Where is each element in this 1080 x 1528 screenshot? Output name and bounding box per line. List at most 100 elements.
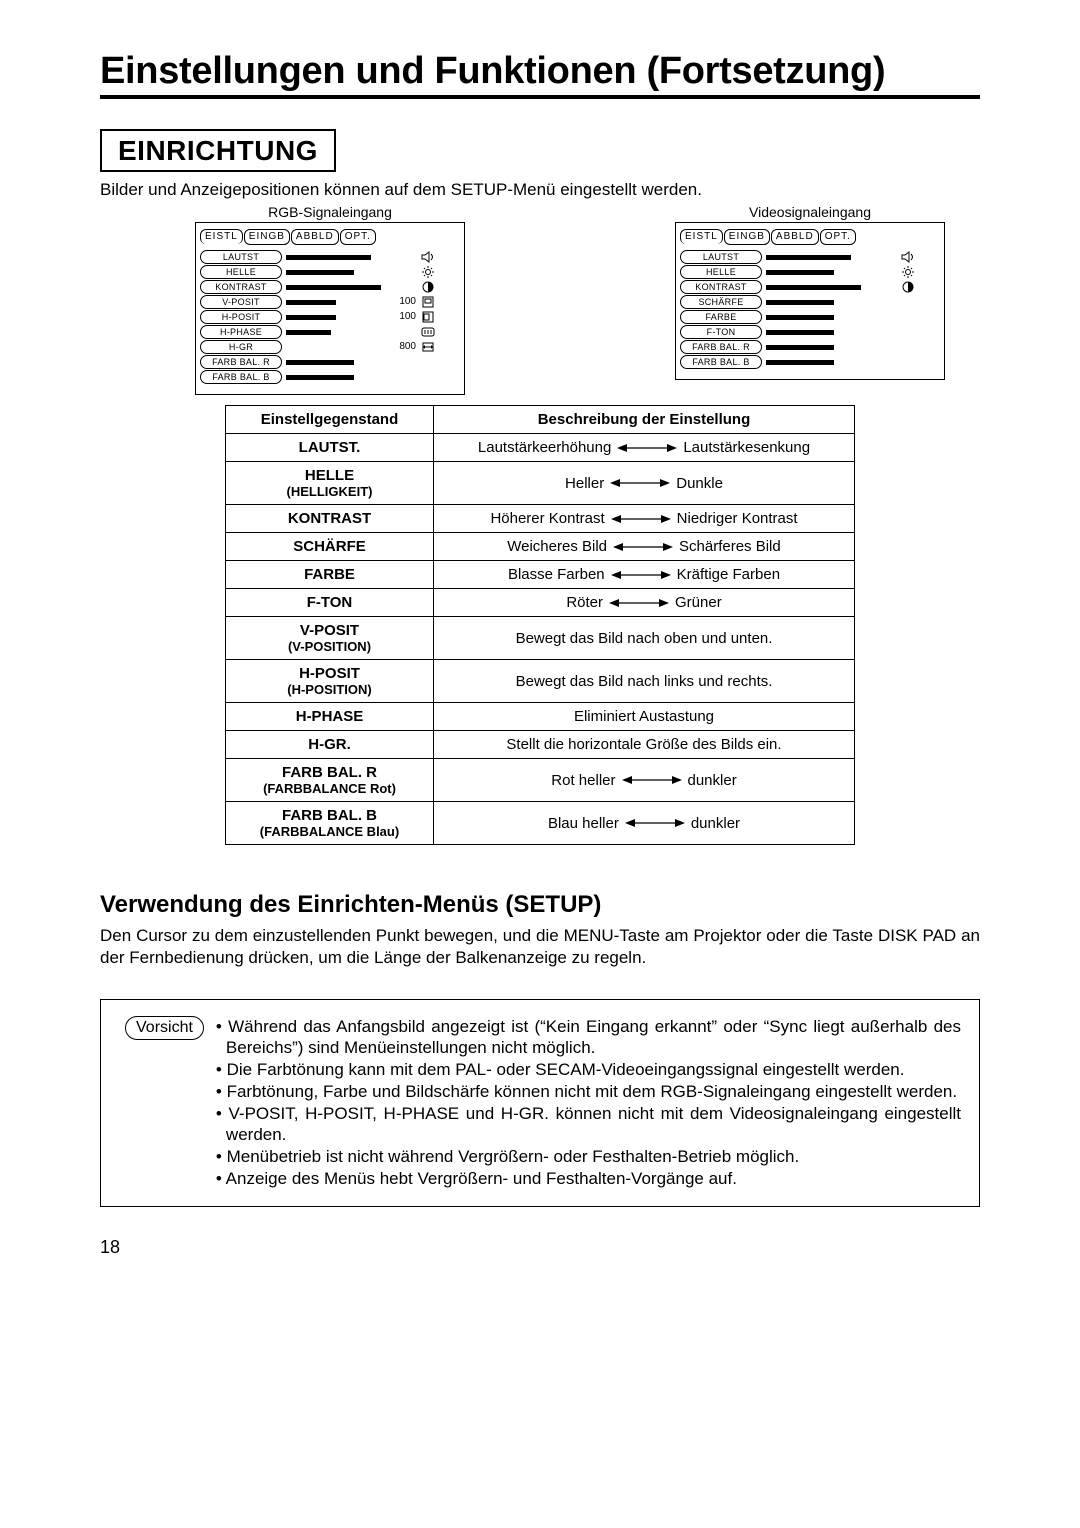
menu-row-label: HELLE [200, 265, 282, 279]
vpos-icon [418, 296, 438, 308]
bar-indicator [286, 360, 354, 365]
double-arrow-icon [617, 442, 677, 454]
menu-row: FARB BAL. B [680, 354, 940, 369]
arrow-left-label: Blasse Farben [508, 566, 605, 583]
caution-item: • Farbtönung, Farbe und Bildschärfe könn… [216, 1081, 961, 1103]
video-menu-column: Videosignaleingang EISTLEINGBABBLDOPT.LA… [660, 204, 960, 395]
menu-row-label: LAUTST [680, 250, 762, 264]
table-desc-cell: Lautstärkeerhöhung Lautstärkesenkung [434, 434, 855, 462]
arrow-left-label: Röter [566, 594, 603, 611]
menu-row-value: 100 [386, 311, 418, 322]
speaker-icon [418, 251, 438, 263]
arrow-right-label: dunkler [688, 772, 737, 789]
double-arrow-icon [622, 774, 682, 786]
table-desc-cell: Stellt die horizontale Größe des Bilds e… [434, 731, 855, 759]
sun-icon [418, 266, 438, 278]
arrow-left-label: Rot heller [551, 772, 615, 789]
page-title: Einstellungen und Funktionen (Fortsetzun… [100, 50, 885, 92]
hpos-icon [418, 311, 438, 323]
arrow-right-label: Niedriger Kontrast [677, 510, 798, 527]
bar-indicator [766, 345, 834, 350]
sun-icon [898, 266, 918, 278]
menu-row-label: KONTRAST [680, 280, 762, 294]
menu-tab: EISTL [200, 229, 243, 244]
table-desc-cell: Weicheres Bild Schärferes Bild [434, 533, 855, 561]
bar-indicator [766, 270, 834, 275]
arrow-left-label: Weicheres Bild [507, 538, 607, 555]
menu-tab: ABBLD [771, 229, 819, 245]
menu-tab: ABBLD [291, 229, 339, 245]
rgb-menu-box: EISTLEINGBABBLDOPT.LAUTSTHELLEKONTRASTV-… [195, 222, 465, 395]
phase-icon [418, 326, 438, 338]
menu-row-value: 800 [386, 341, 418, 352]
video-caption: Videosignaleingang [660, 204, 960, 220]
table-row: KONTRAST Höherer Kontrast Niedriger Kont… [226, 505, 855, 533]
caution-item: • Während das Anfangsbild angezeigt ist … [216, 1016, 961, 1060]
arrow-right-label: Kräftige Farben [677, 566, 780, 583]
bar-indicator [286, 375, 354, 380]
table-desc-cell: Blasse Farben Kräftige Farben [434, 561, 855, 589]
halfmoon-icon [898, 281, 918, 293]
bar-indicator [286, 255, 371, 260]
menu-row: SCHÄRFE [680, 294, 940, 309]
table-item-cell: FARB BAL. B(FARBBALANCE Blau) [226, 802, 434, 845]
bar-indicator [766, 315, 834, 320]
bar-indicator [286, 330, 331, 335]
menu-row: HELLE [200, 264, 460, 279]
menu-row-label: SCHÄRFE [680, 295, 762, 309]
table-desc-cell: Eliminiert Austastung [434, 703, 855, 731]
double-arrow-icon [613, 541, 673, 553]
table-desc-cell: Rot heller dunkler [434, 759, 855, 802]
caution-box: Vorsicht • Während das Anfangsbild angez… [100, 999, 980, 1207]
arrow-right-label: dunkler [691, 815, 740, 832]
menu-row-label: FARB BAL. B [680, 355, 762, 369]
menu-row-label: FARB BAL. B [200, 370, 282, 384]
menu-row-label: H-GR [200, 340, 282, 354]
menu-row-label: HELLE [680, 265, 762, 279]
table-item-cell: F-TON [226, 589, 434, 617]
bar-indicator [286, 300, 336, 305]
table-row: V-POSIT(V-POSITION)Bewegt das Bild nach … [226, 617, 855, 660]
page-title-rule: Einstellungen und Funktionen (Fortsetzun… [100, 50, 980, 99]
speaker-icon [898, 251, 918, 263]
table-row: FARBE Blasse Farben Kräftige Farben [226, 561, 855, 589]
menu-row: FARBE [680, 309, 940, 324]
table-row: LAUTST. Lautstärkeerhöhung Lautstärkesen… [226, 434, 855, 462]
menu-row-label: KONTRAST [200, 280, 282, 294]
bar-indicator [766, 360, 834, 365]
caution-list: • Während das Anfangsbild angezeigt ist … [216, 1016, 961, 1190]
menu-row: F-TON [680, 324, 940, 339]
menu-row: H-GR 800 [200, 339, 460, 354]
menu-tab: EINGB [724, 229, 770, 245]
table-desc-cell: Bewegt das Bild nach links und rechts. [434, 660, 855, 703]
menu-row: KONTRAST [200, 279, 460, 294]
table-row: H-POSIT(H-POSITION)Bewegt das Bild nach … [226, 660, 855, 703]
bar-indicator [766, 285, 861, 290]
menu-row-label: FARB BAL. R [200, 355, 282, 369]
table-item-cell: HELLE(HELLIGKEIT) [226, 462, 434, 505]
arrow-left-label: Lautstärkeerhöhung [478, 439, 611, 456]
table-item-cell: H-POSIT(H-POSITION) [226, 660, 434, 703]
table-row: SCHÄRFE Weicheres Bild Schärferes Bild [226, 533, 855, 561]
caution-item: • Die Farbtönung kann mit dem PAL- oder … [216, 1059, 961, 1081]
arrow-left-label: Blau heller [548, 815, 619, 832]
table-item-cell: H-PHASE [226, 703, 434, 731]
double-arrow-icon [611, 569, 671, 581]
table-row: H-PHASEEliminiert Austastung [226, 703, 855, 731]
menu-tab: OPT. [820, 229, 856, 245]
table-row: HELLE(HELLIGKEIT) Heller Dunkle [226, 462, 855, 505]
bar-indicator [286, 285, 381, 290]
table-head-item: Einstellgegenstand [226, 406, 434, 434]
table-desc-cell: Blau heller dunkler [434, 802, 855, 845]
table-row: FARB BAL. B(FARBBALANCE Blau) Blau helle… [226, 802, 855, 845]
table-item-cell: SCHÄRFE [226, 533, 434, 561]
table-item-cell: FARB BAL. R(FARBBALANCE Rot) [226, 759, 434, 802]
menu-row-label: FARBE [680, 310, 762, 324]
menu-row-value: 100 [386, 296, 418, 307]
table-row: FARB BAL. R(FARBBALANCE Rot) Rot heller … [226, 759, 855, 802]
caution-item: • Anzeige des Menüs hebt Vergrößern- und… [216, 1168, 961, 1190]
rgb-caption: RGB-Signaleingang [180, 204, 480, 220]
table-desc-cell: Höherer Kontrast Niedriger Kontrast [434, 505, 855, 533]
table-row: H-GR.Stellt die horizontale Größe des Bi… [226, 731, 855, 759]
menu-row: HELLE [680, 264, 940, 279]
